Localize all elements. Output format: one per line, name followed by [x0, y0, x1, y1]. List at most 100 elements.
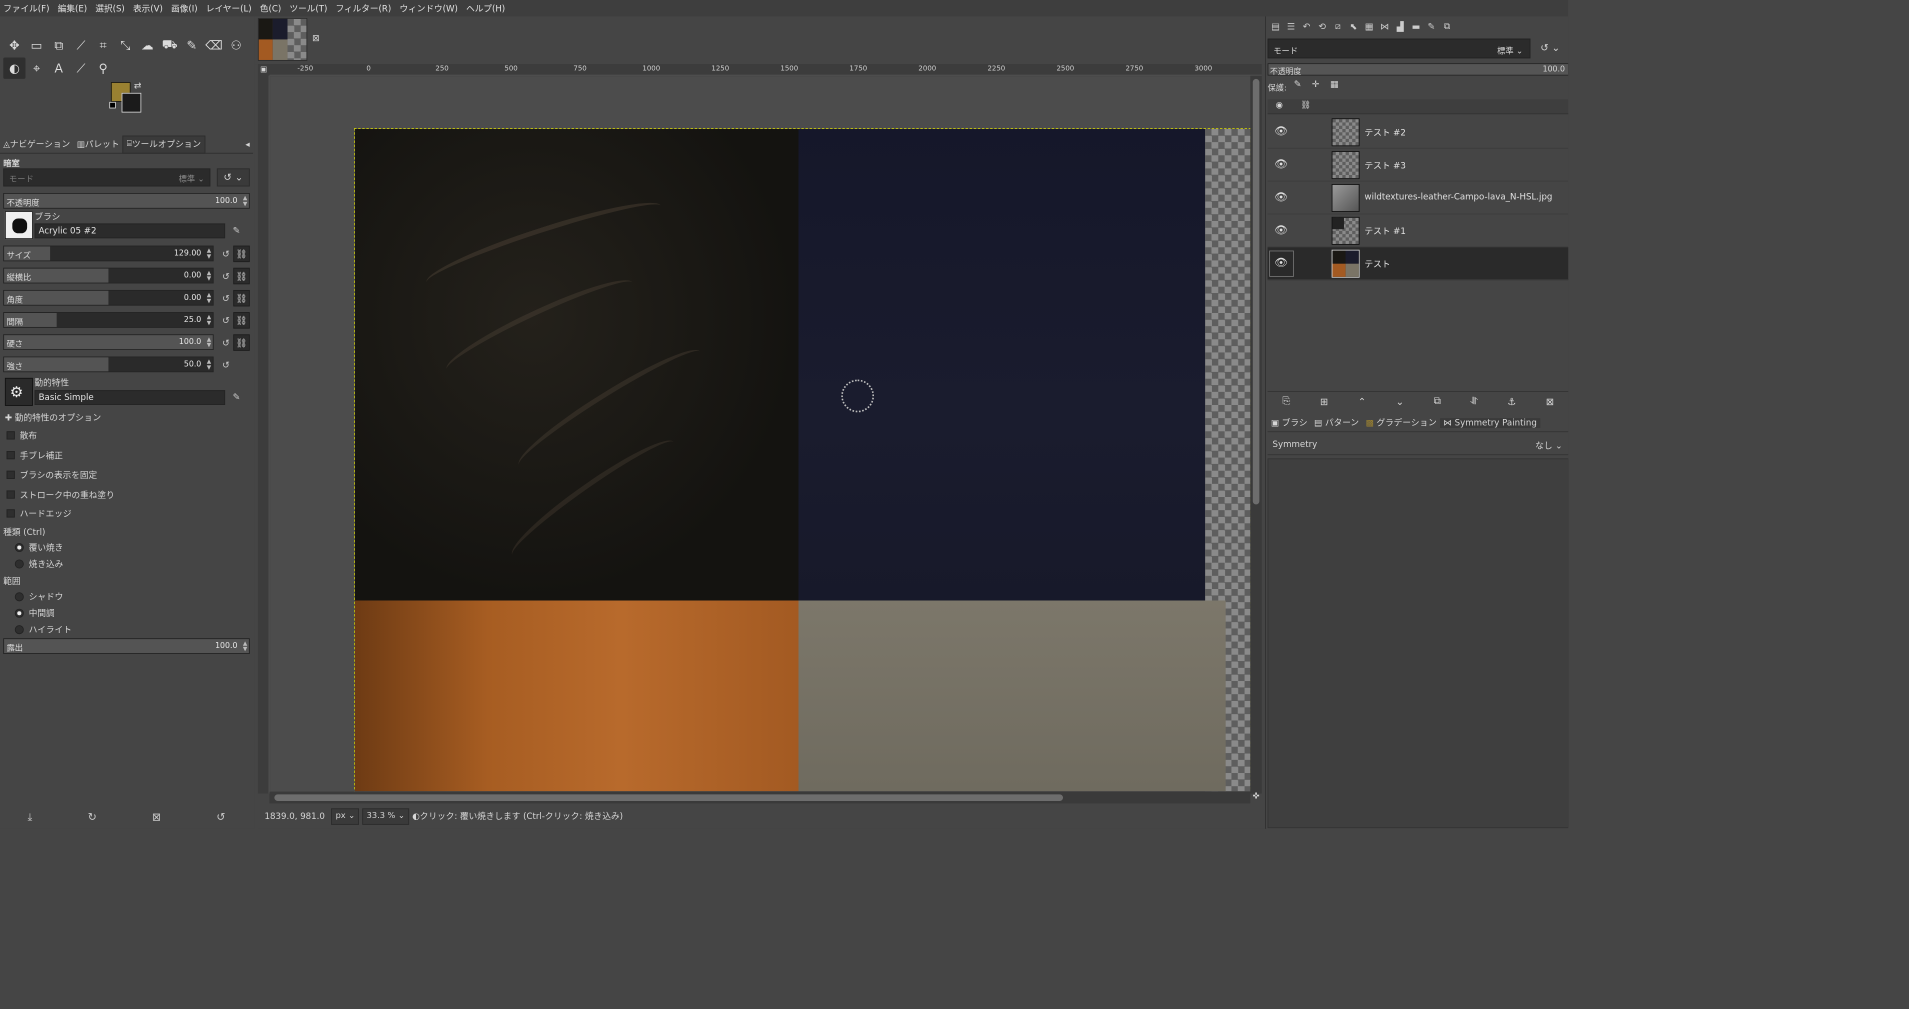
brush-edit-icon[interactable]: ✎ [228, 222, 244, 238]
mode-reset-button[interactable]: ↺ ⌄ [216, 168, 250, 187]
opacity-slider[interactable]: 不透明度 100.0 ▲ ▼ [3, 193, 250, 209]
crop-tool-icon[interactable]: ⌗ [92, 35, 114, 56]
fuzzy-select-tool-icon[interactable]: ⟋ [70, 35, 92, 56]
menu-layer[interactable]: レイヤー(L) [206, 2, 252, 14]
hardness-link-icon[interactable]: ⛓ [233, 334, 250, 351]
tab-gradients[interactable]: ▩ グラデーション [1362, 417, 1440, 429]
angle-link-icon[interactable]: ⛓ [233, 289, 250, 307]
rect-select-tool-icon[interactable]: ▭ [25, 35, 47, 56]
menu-colors[interactable]: 色(C) [260, 2, 281, 14]
clipboard-tab-icon[interactable]: ⧉ [1439, 18, 1455, 34]
size-link-icon[interactable]: ⛓ [233, 245, 250, 263]
transform-tool-icon[interactable]: ⤡ [114, 35, 136, 56]
layer-row[interactable]: 👁 テスト #1 [1267, 214, 1569, 248]
spacing-link-icon[interactable]: ⛓ [233, 312, 250, 329]
menu-tools[interactable]: ツール(T) [289, 2, 327, 14]
merge-layer-icon[interactable]: ⥯ [1470, 395, 1477, 407]
hardness-reset-icon[interactable]: ↺ [218, 334, 234, 350]
layer-row[interactable]: 👁 テスト #3 [1267, 149, 1569, 182]
menu-view[interactable]: 表示(V) [133, 2, 163, 14]
close-image-icon[interactable]: ⊠ [312, 33, 320, 44]
menu-image[interactable]: 画像(I) [171, 2, 198, 14]
dodge-burn-tool-icon[interactable]: ◐ [3, 57, 26, 79]
burn-radio[interactable] [14, 559, 24, 569]
spin-icon[interactable]: ▲ ▼ [243, 195, 247, 208]
restore-options-icon[interactable]: ↻ [88, 811, 97, 823]
dodge-radio[interactable] [14, 543, 24, 553]
smudge-tool-icon[interactable]: ☁ [136, 35, 158, 56]
spin-icon[interactable]: ▲ ▼ [243, 640, 247, 653]
save-options-icon[interactable]: ⤓ [28, 811, 33, 823]
eye-icon[interactable]: 👁 [1274, 257, 1288, 270]
lock-position-icon[interactable]: ✛ [1312, 79, 1320, 90]
clone-tool-icon[interactable]: ⚇ [225, 35, 247, 56]
lock-pixels-icon[interactable]: ✎ [1294, 79, 1302, 90]
ruler-horizontal[interactable]: -250 0 250 500 750 1000 1250 1500 1750 2… [269, 64, 1262, 76]
spin-icon[interactable]: ▲ ▼ [207, 270, 211, 282]
menu-filters[interactable]: フィルター(R) [336, 2, 392, 14]
navigate-icon[interactable]: ✜ [1250, 792, 1262, 804]
angle-reset-icon[interactable]: ↺ [218, 290, 234, 306]
reset-options-icon[interactable]: ↺ [216, 811, 225, 823]
delete-layer-icon[interactable]: ⊠ [1546, 396, 1554, 408]
symmetry-tab-icon[interactable]: ⋈ [1377, 18, 1393, 34]
quickmask-toggle-icon[interactable]: ▣ [257, 64, 270, 76]
exposure-slider[interactable]: 露出 100.0 ▲ ▼ [3, 638, 250, 654]
color-picker-tool-icon[interactable]: ⟋ [70, 58, 92, 79]
layer-mode-reset-button[interactable]: ↺ ⌄ [1537, 39, 1568, 59]
layer-row[interactable]: 👁 wildtextures-leather-Campo-lava_N-HSL.… [1267, 182, 1569, 215]
lower-layer-icon[interactable]: ⌄ [1396, 396, 1404, 408]
new-layer-icon[interactable]: ⎘ [1282, 395, 1290, 407]
horizontal-scrollbar-thumb[interactable] [274, 794, 1064, 801]
menu-file[interactable]: ファイル(F) [3, 2, 49, 14]
spin-icon[interactable]: ▲ ▼ [207, 314, 211, 327]
panel-menu-icon[interactable]: ◂ [242, 135, 253, 153]
incremental-checkbox[interactable] [6, 490, 15, 499]
symmetry-select[interactable]: Symmetry なし ⌄ [1267, 435, 1569, 456]
layer-mode-select[interactable]: モード 標準 ⌄ [1267, 38, 1531, 59]
spin-icon[interactable]: ▲ ▼ [207, 359, 211, 371]
layer-opacity-slider[interactable]: 不透明度 100.0 [1267, 63, 1569, 76]
tab-symmetry-painting[interactable]: ⋈ Symmetry Painting [1439, 417, 1541, 428]
vertical-scrollbar-thumb[interactable] [1252, 78, 1260, 505]
paintbrush-tool-icon[interactable]: ✎ [181, 35, 203, 56]
background-color-swatch[interactable] [121, 92, 142, 113]
dynamics-edit-icon[interactable]: ✎ [228, 389, 244, 405]
layers-tab-icon[interactable]: ▤ [1268, 18, 1284, 34]
brush-tab-icon[interactable]: ✎ [1424, 18, 1440, 34]
layer-row-selected[interactable]: 👁 テスト [1267, 247, 1569, 281]
size-reset-icon[interactable]: ↺ [218, 246, 234, 262]
channels-tab-icon[interactable]: ☰ [1283, 18, 1299, 34]
highlights-radio[interactable] [14, 625, 24, 635]
bucket-fill-tool-icon[interactable]: ⛟ [159, 35, 181, 56]
spin-icon[interactable]: ▲ ▼ [207, 336, 211, 349]
menu-help[interactable]: ヘルプ(H) [466, 2, 505, 14]
layer-row[interactable]: 👁 テスト #2 [1267, 116, 1569, 149]
default-colors-icon[interactable] [109, 101, 116, 109]
swap-colors-icon[interactable]: ⇄ [134, 81, 142, 92]
anchor-layer-icon[interactable]: ⚓ [1507, 396, 1516, 408]
angle-slider[interactable]: 角度 0.00 ▲ ▼ [3, 289, 214, 306]
aspect-reset-icon[interactable]: ↺ [218, 268, 234, 284]
force-slider[interactable]: 強さ 50.0 ▲ ▼ [3, 356, 214, 373]
smooth-stroke-checkbox[interactable] [6, 451, 15, 460]
aspect-link-icon[interactable]: ⛓ [233, 267, 250, 285]
zoom-tool-icon[interactable]: ⚲ [92, 58, 114, 79]
eraser-tool-icon[interactable]: ⌫ [203, 35, 225, 56]
eye-icon[interactable]: 👁 [1274, 126, 1288, 139]
colormap-tab-icon[interactable]: ▬ [1408, 18, 1424, 34]
lock-brush-view-checkbox[interactable] [6, 470, 15, 479]
aspect-slider[interactable]: 縦横比 0.00 ▲ ▼ [3, 267, 214, 284]
delete-options-icon[interactable]: ⊠ [152, 811, 161, 823]
hardness-slider[interactable]: 硬さ 100.0 ▲ ▼ [3, 334, 214, 350]
spacing-slider[interactable]: 間隔 25.0 ▲ ▼ [3, 312, 214, 328]
spacing-reset-icon[interactable]: ↺ [218, 312, 234, 328]
tab-patterns[interactable]: ▤ パターン [1311, 417, 1363, 429]
lock-alpha-icon[interactable]: ▦ [1330, 79, 1339, 90]
shadows-radio[interactable] [14, 592, 24, 602]
cursor-tab-icon[interactable]: ⬉ [1346, 18, 1362, 34]
spin-icon[interactable]: ▲ ▼ [207, 248, 211, 260]
image-tab-thumbnail[interactable] [257, 18, 308, 61]
zoom-select[interactable]: 33.3 % ⌄ [362, 807, 409, 825]
tab-tool-options[interactable]: ⌸ ツールオプション [122, 135, 206, 154]
